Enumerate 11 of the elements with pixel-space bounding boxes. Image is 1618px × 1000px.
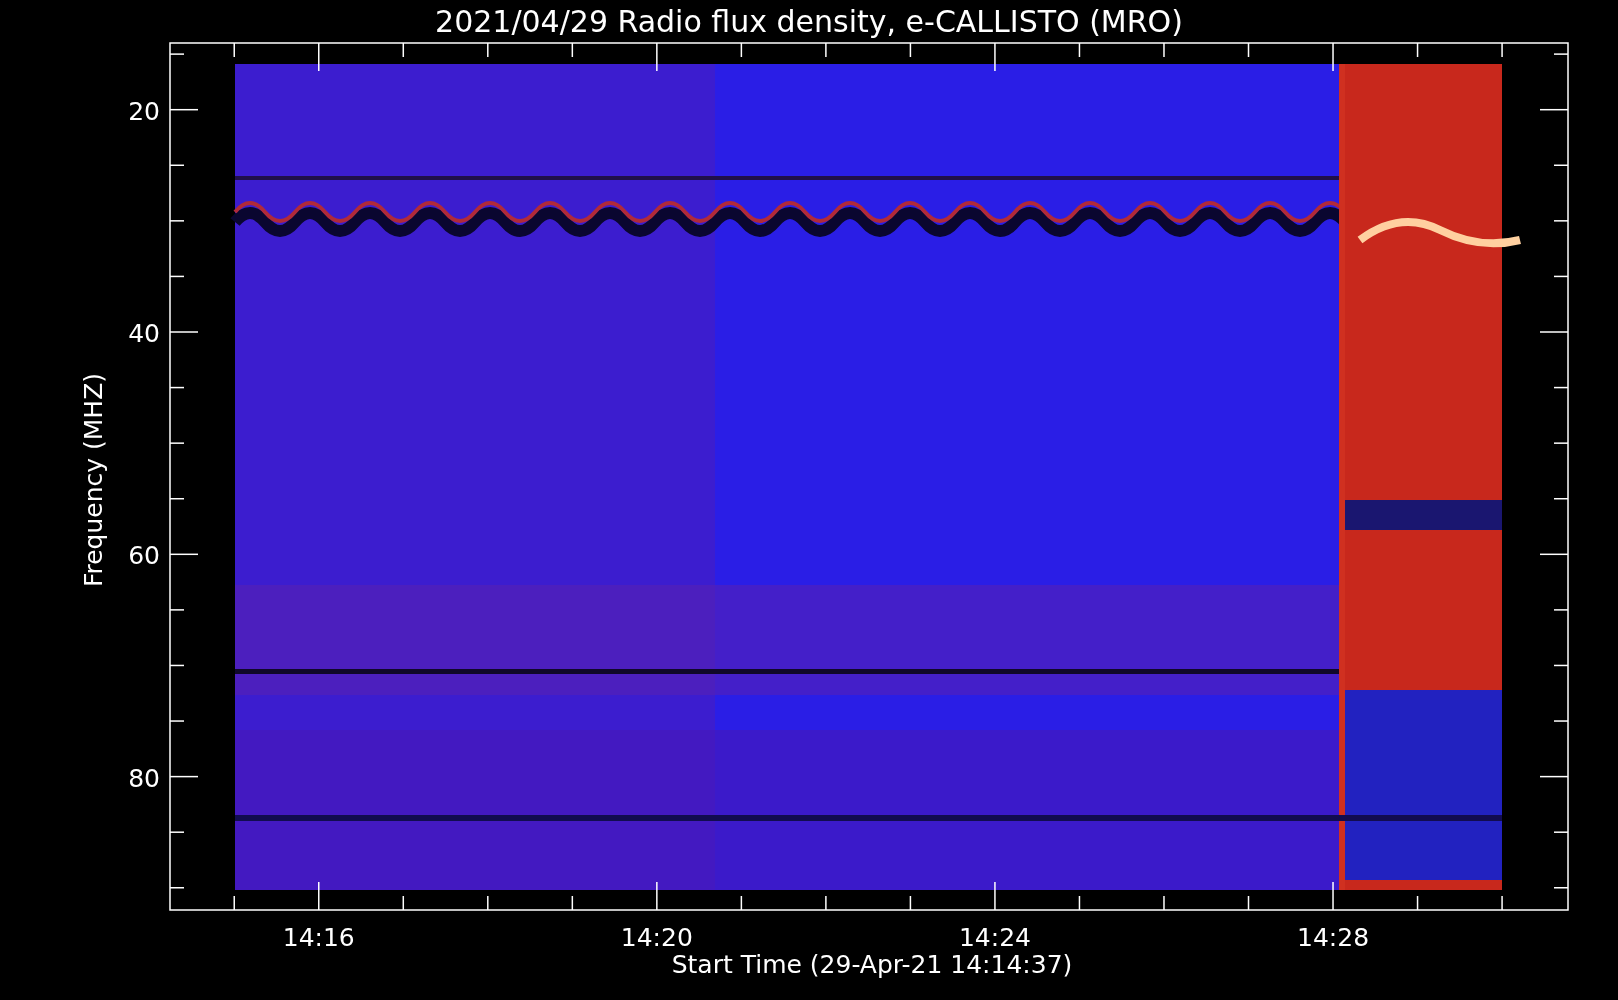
y-tick-label: 80	[128, 763, 160, 793]
x-tick-label: 14:20	[620, 923, 693, 952]
y-axis-label: Frequency (MHZ)	[79, 372, 108, 588]
x-axis-label: Start Time (29-Apr-21 14:14:37)	[671, 950, 1073, 979]
y-tick-label: 20	[128, 96, 160, 126]
x-tick-label: 14:28	[1297, 923, 1370, 952]
x-tick-label: 14:16	[282, 923, 355, 952]
y-tick-label: 40	[128, 319, 160, 348]
x-tick-label: 14:24	[958, 923, 1031, 952]
y-tick-label: 60	[128, 541, 160, 571]
chart-title: 2021/04/29 Radio flux density, e-CALLISTO (MRO)	[435, 4, 1183, 39]
